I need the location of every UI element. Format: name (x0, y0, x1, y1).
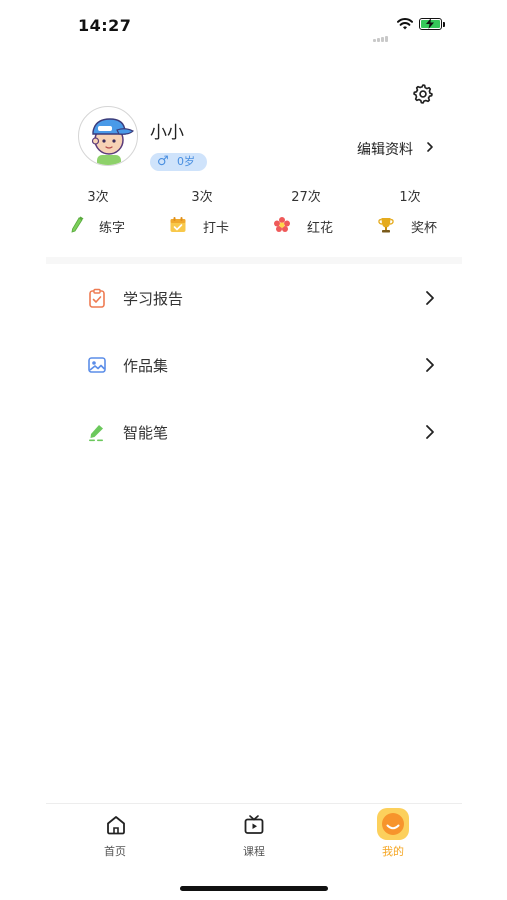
username: 小小 (150, 123, 184, 143)
smart-pen-icon (89, 425, 103, 442)
stat-label-checkin[interactable]: 打卡 (203, 217, 229, 236)
picture-gallery-icon (88, 357, 106, 373)
menu-item-smart-pen[interactable]: 智能笔 (46, 400, 462, 464)
menu-item-portfolio[interactable]: 作品集 (46, 333, 462, 397)
gender-age-badge: ♂ 0岁 (150, 153, 207, 171)
tab-label-home[interactable]: 首页 (85, 843, 145, 859)
wifi-icon (397, 17, 413, 30)
gear-icon[interactable] (412, 83, 434, 105)
avatar-cartoon-boy-icon (91, 118, 135, 165)
tab-label-courses[interactable]: 课程 (224, 843, 284, 859)
section-divider (46, 257, 462, 264)
tab-mine[interactable] (363, 807, 423, 843)
red-flower-icon (274, 217, 290, 232)
smiley-face-icon (377, 808, 409, 840)
chevron-right-icon[interactable] (425, 139, 435, 155)
clipboard-report-icon (89, 288, 105, 308)
tv-play-icon (244, 815, 264, 834)
stat-count-trophy: 1次 (399, 190, 421, 205)
stat-count-practice: 3次 (87, 190, 109, 205)
edit-profile-button[interactable]: 编辑资料 (357, 139, 413, 159)
tabbar-divider (46, 803, 462, 804)
cellular-signal-icon (373, 23, 391, 42)
pencil-icon (71, 216, 84, 233)
battery-icon (419, 18, 442, 30)
menu-item-study-report[interactable]: 学习报告 (46, 266, 462, 330)
age-label: 0岁 (177, 155, 195, 168)
home-icon (107, 816, 125, 835)
male-icon: ♂ (157, 154, 169, 169)
chevron-right-icon (426, 291, 434, 305)
chevron-right-icon (426, 425, 434, 439)
stat-count-flower: 27次 (291, 190, 321, 205)
chevron-right-icon (426, 358, 434, 372)
battery-tip (443, 22, 445, 27)
home-indicator (180, 886, 328, 891)
stat-count-checkin: 3次 (191, 190, 213, 205)
stat-label-trophy[interactable]: 奖杯 (411, 217, 437, 236)
status-time: 14:27 (78, 16, 132, 35)
menu-label-smart-pen: 智能笔 (123, 424, 169, 442)
stat-label-practice[interactable]: 练字 (99, 217, 125, 236)
calendar-check-icon (170, 217, 186, 232)
tab-label-mine[interactable]: 我的 (363, 843, 423, 859)
menu-label-portfolio: 作品集 (123, 357, 169, 375)
menu-label-study-report: 学习报告 (123, 290, 184, 308)
stat-label-flower[interactable]: 红花 (307, 217, 333, 236)
trophy-icon (378, 218, 394, 233)
avatar[interactable] (78, 106, 138, 166)
